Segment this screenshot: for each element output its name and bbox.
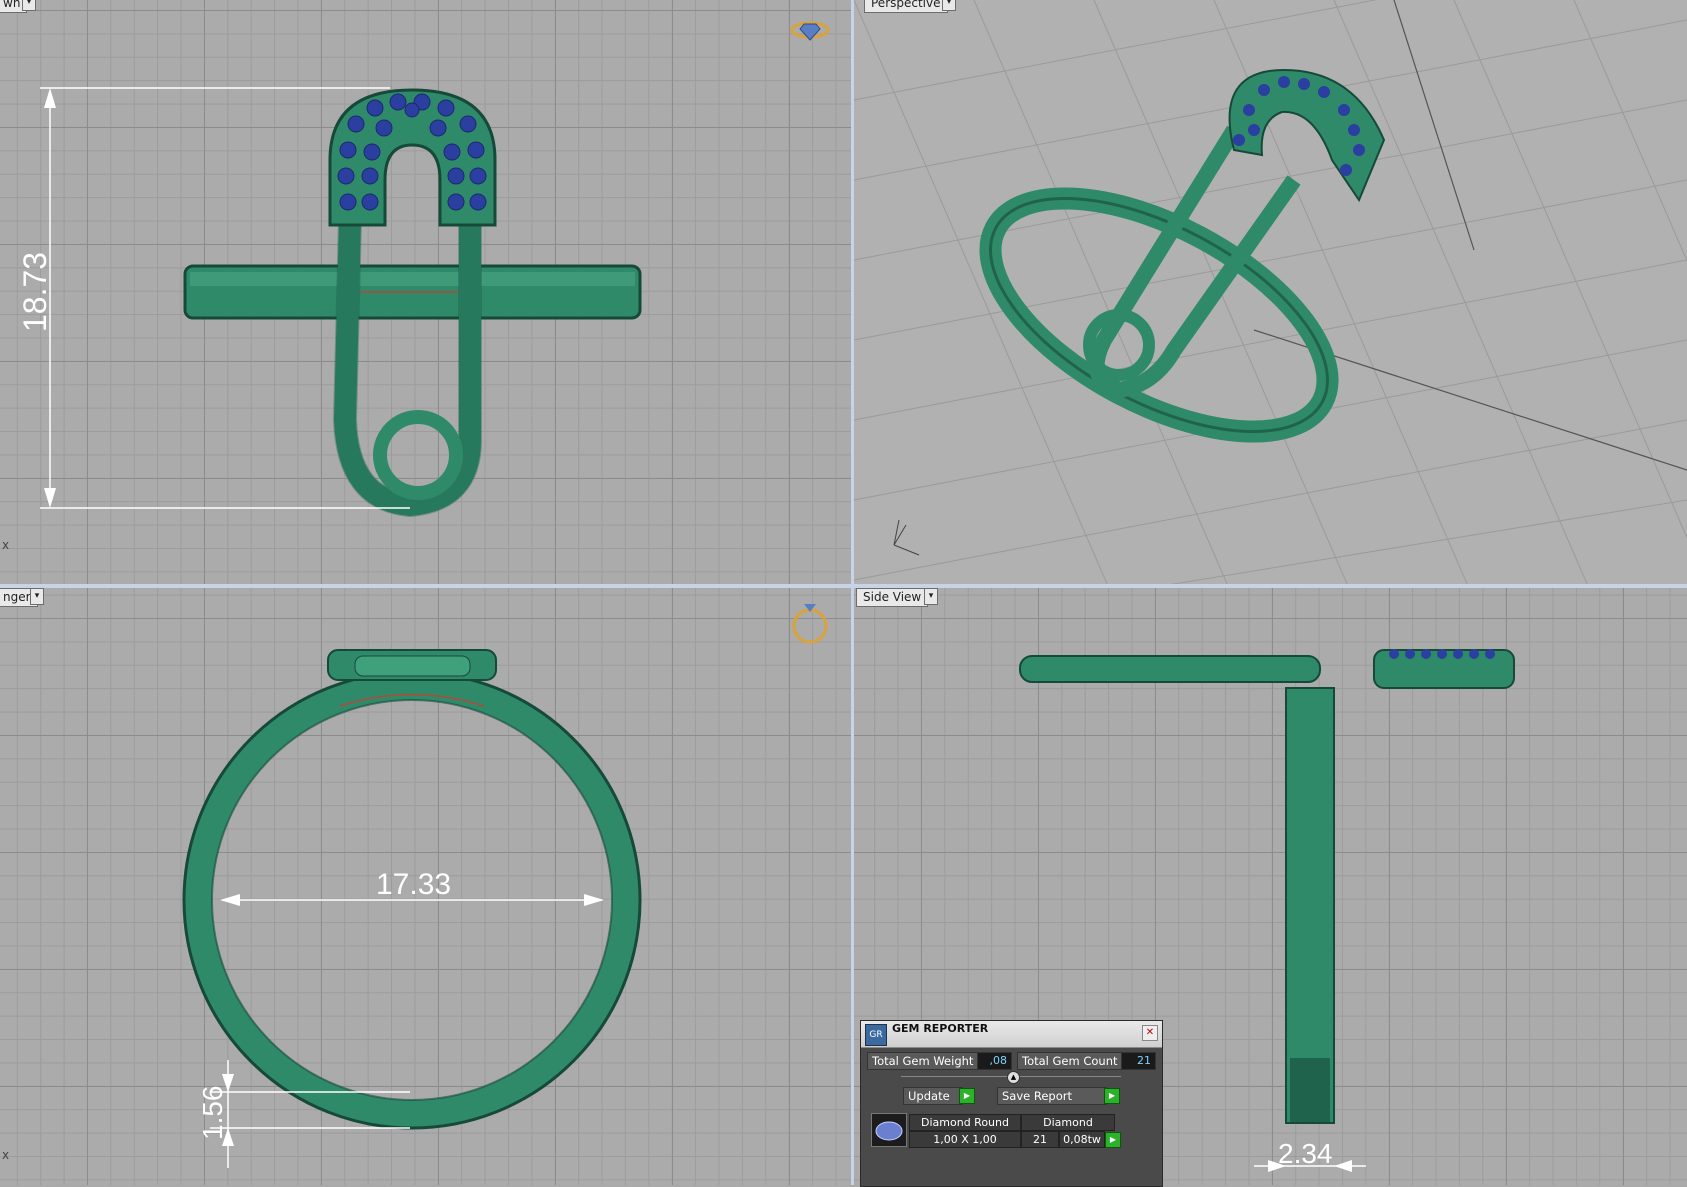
ring-nav-icon[interactable] [792, 604, 828, 644]
gem-size-cell: 1,00 X 1,00 [909, 1131, 1021, 1148]
dim-arrow-down [44, 488, 56, 508]
gem-reporter-title: GEM REPORTER [892, 1022, 989, 1035]
viewport-divider-vertical[interactable] [851, 0, 854, 1185]
diamond-nav-icon[interactable] [790, 21, 830, 41]
viewport-divider-horizontal[interactable] [0, 584, 1687, 588]
chevron-up-icon[interactable]: ▲ [1007, 1071, 1020, 1084]
safety-pin-loop [373, 410, 463, 500]
ring-band-highlight [190, 272, 635, 286]
dim-arrow-up [44, 88, 56, 108]
gem-reporter-logo-icon: GR [865, 1024, 887, 1046]
gem-reporter-titlebar[interactable]: GR GEM REPORTER ✕ [861, 1021, 1162, 1048]
close-icon[interactable]: ✕ [1142, 1025, 1158, 1041]
gem-material-header: Diamond [1021, 1114, 1115, 1131]
gem-row-go-icon[interactable]: ▶ [1105, 1132, 1121, 1148]
perspective-axis [1393, 0, 1475, 251]
gem-shape-thumbnail [871, 1113, 907, 1147]
side-pin-shank [1019, 655, 1321, 683]
top-view-drawing: 18.73 [17, 21, 830, 518]
dim-arrow-left [1334, 1160, 1352, 1172]
perspective-ring-band [979, 187, 1339, 443]
front-viewport[interactable]: nger ▾ 17.33 1.56 x [0, 588, 851, 1185]
top-viewport[interactable]: wn ▾ 18.73 x [0, 0, 851, 584]
dim-text-band-width: 2.34 [1278, 1138, 1333, 1169]
side-ring-band-shadow [1290, 1058, 1330, 1123]
total-gem-count-label: Total Gem Count [1017, 1052, 1123, 1070]
update-button[interactable]: Update [903, 1087, 963, 1105]
axis-gizmo-icon [893, 519, 920, 556]
round-gem-icon [875, 1121, 903, 1141]
perspective-drawing [854, 0, 1687, 584]
dim-text-height: 18.73 [17, 252, 53, 332]
dim-text-diameter: 17.33 [376, 868, 451, 901]
save-report-go-icon[interactable]: ▶ [1104, 1088, 1120, 1104]
dim-arrow-right [584, 894, 604, 906]
gem-shape-header: Diamond Round [909, 1114, 1021, 1131]
front-view-drawing: 17.33 1.56 [182, 604, 828, 1168]
dim-text-thickness: 1.56 [197, 1086, 228, 1141]
front-pin-loop-edge [354, 655, 471, 677]
total-gem-count-value: 21 [1121, 1052, 1156, 1070]
gem-count-cell: 21 [1021, 1131, 1059, 1148]
gem-weight-cell: 0,08tw [1059, 1131, 1105, 1148]
total-gem-weight-label: Total Gem Weight [867, 1052, 979, 1070]
perspective-viewport[interactable]: Perspective ▾ [854, 0, 1687, 584]
axis-x-label: x [2, 538, 10, 552]
total-gem-weight-value: ,08 [977, 1052, 1012, 1070]
side-ring-band [1285, 687, 1335, 1124]
gem-reporter-panel: GR GEM REPORTER ✕ Total Gem Weight ,08 T… [860, 1020, 1163, 1187]
update-go-icon[interactable]: ▶ [959, 1088, 975, 1104]
axis-x-label: x [2, 1148, 10, 1162]
save-report-button[interactable]: Save Report [997, 1087, 1107, 1105]
dim-arrow-left [220, 894, 240, 906]
